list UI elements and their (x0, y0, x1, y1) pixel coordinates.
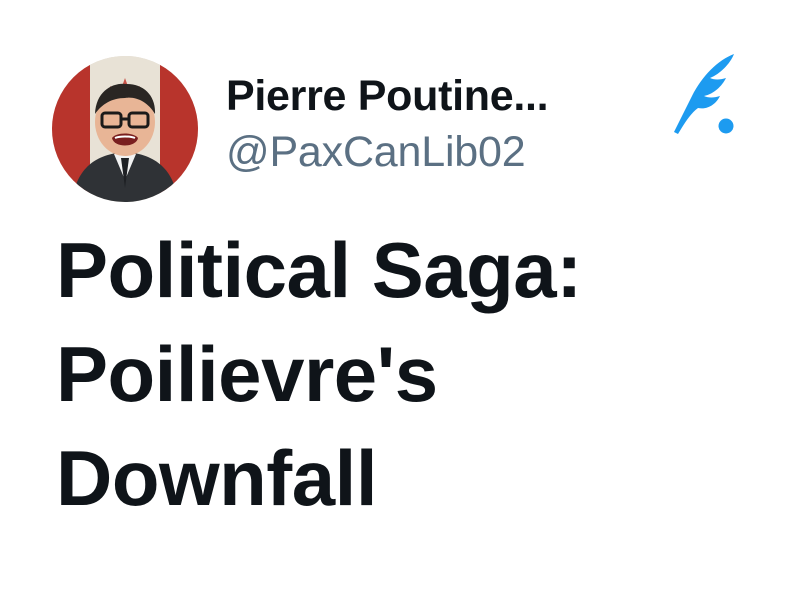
author-handle[interactable]: @PaxCanLib02 (226, 126, 548, 178)
tweet-line: Poilievre's (56, 330, 438, 418)
tweet-body: Political Saga: Poilievre's Downfall (56, 218, 756, 530)
tweet-line: Downfall (56, 434, 378, 522)
avatar[interactable] (52, 56, 198, 202)
quill-feather-icon (662, 50, 742, 142)
tweet-line: Political Saga: (56, 226, 582, 314)
author-identity: Pierre Poutine... @PaxCanLib02 (226, 70, 549, 178)
tweet-header: Pierre Poutine... @PaxCanLib02 (52, 54, 752, 202)
avatar-image (52, 56, 198, 202)
author-display-name[interactable]: Pierre Poutine... (226, 70, 549, 122)
tweet-card: Pierre Poutine... @PaxCanLib02 Political… (0, 0, 800, 600)
